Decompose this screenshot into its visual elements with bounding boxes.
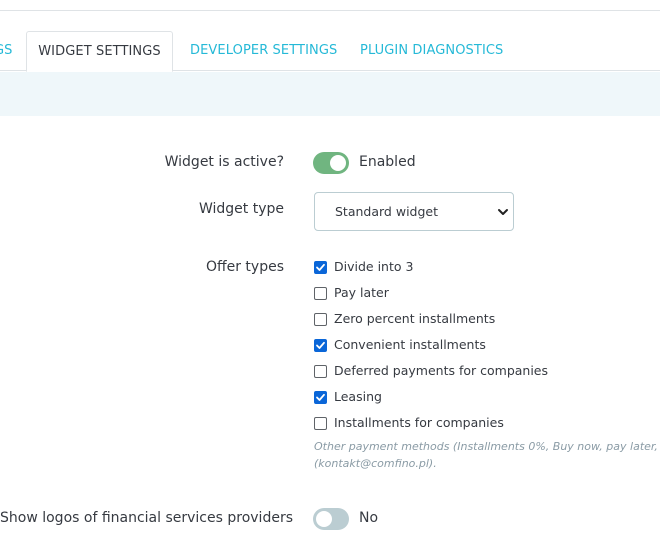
offer-checkbox[interactable] xyxy=(314,287,327,300)
widget-type-select[interactable]: Standard widget xyxy=(314,192,514,231)
offer-types-help-email: (kontakt@comfino.pl). xyxy=(314,457,437,470)
show-logos-toggle[interactable] xyxy=(313,508,349,530)
offer-option-leasing[interactable]: Leasing xyxy=(314,388,660,408)
offer-option-divide-into-3[interactable]: Divide into 3 xyxy=(314,258,660,278)
widget-active-state: Enabled xyxy=(359,154,416,170)
show-logos-label: Show logos of financial services provide… xyxy=(0,510,293,526)
chevron-down-icon xyxy=(498,209,508,215)
tab-plugin-diagnostics[interactable]: PLUGIN DIAGNOSTICS xyxy=(360,31,503,71)
tab-general-settings[interactable]: GS xyxy=(0,31,12,71)
top-divider xyxy=(0,10,660,11)
offer-checkbox[interactable] xyxy=(314,365,327,378)
tab-widget-settings[interactable]: WIDGET SETTINGS xyxy=(26,31,173,72)
toggle-knob xyxy=(330,155,346,171)
offer-types-label: Offer types xyxy=(205,259,284,275)
offer-option-deferred-payments-for-companies[interactable]: Deferred payments for companies xyxy=(314,362,660,382)
offer-option-label: Deferred payments for companies xyxy=(334,363,549,378)
offer-option-label: Leasing xyxy=(334,389,382,404)
offer-option-label: Convenient installments xyxy=(334,337,486,352)
offer-checkbox[interactable] xyxy=(314,313,327,326)
offer-checkbox[interactable] xyxy=(314,339,327,352)
checkmark-icon xyxy=(316,393,325,401)
offer-option-label: Zero percent installments xyxy=(334,311,496,326)
offer-option-label: Divide into 3 xyxy=(334,259,414,274)
tab-developer-settings[interactable]: DEVELOPER SETTINGS xyxy=(190,31,337,71)
widget-type-label: Widget type xyxy=(198,201,284,217)
offer-checkbox[interactable] xyxy=(314,391,327,404)
offer-option-pay-later[interactable]: Pay later xyxy=(314,284,660,304)
widget-active-toggle[interactable] xyxy=(313,152,349,174)
widget-active-label: Widget is active? xyxy=(164,154,284,170)
offer-option-installments-for-companies[interactable]: Installments for companies xyxy=(314,414,660,434)
offer-types-help-text: Other payment methods (Installments 0%, … xyxy=(314,440,660,453)
offer-option-convenient-installments[interactable]: Convenient installments xyxy=(314,336,660,356)
widget-type-value: Standard widget xyxy=(335,204,438,219)
tab-content-header xyxy=(0,72,660,116)
offer-option-label: Installments for companies xyxy=(334,415,504,430)
toggle-knob xyxy=(316,511,332,527)
show-logos-state: No xyxy=(359,510,379,526)
offer-option-label: Pay later xyxy=(334,285,389,300)
checkmark-icon xyxy=(316,263,325,271)
checkmark-icon xyxy=(316,341,325,349)
offer-option-zero-percent-installments[interactable]: Zero percent installments xyxy=(314,310,660,330)
offer-checkbox[interactable] xyxy=(314,261,327,274)
tab-bar: GS WIDGET SETTINGS DEVELOPER SETTINGS PL… xyxy=(0,31,660,72)
offer-checkbox[interactable] xyxy=(314,417,327,430)
